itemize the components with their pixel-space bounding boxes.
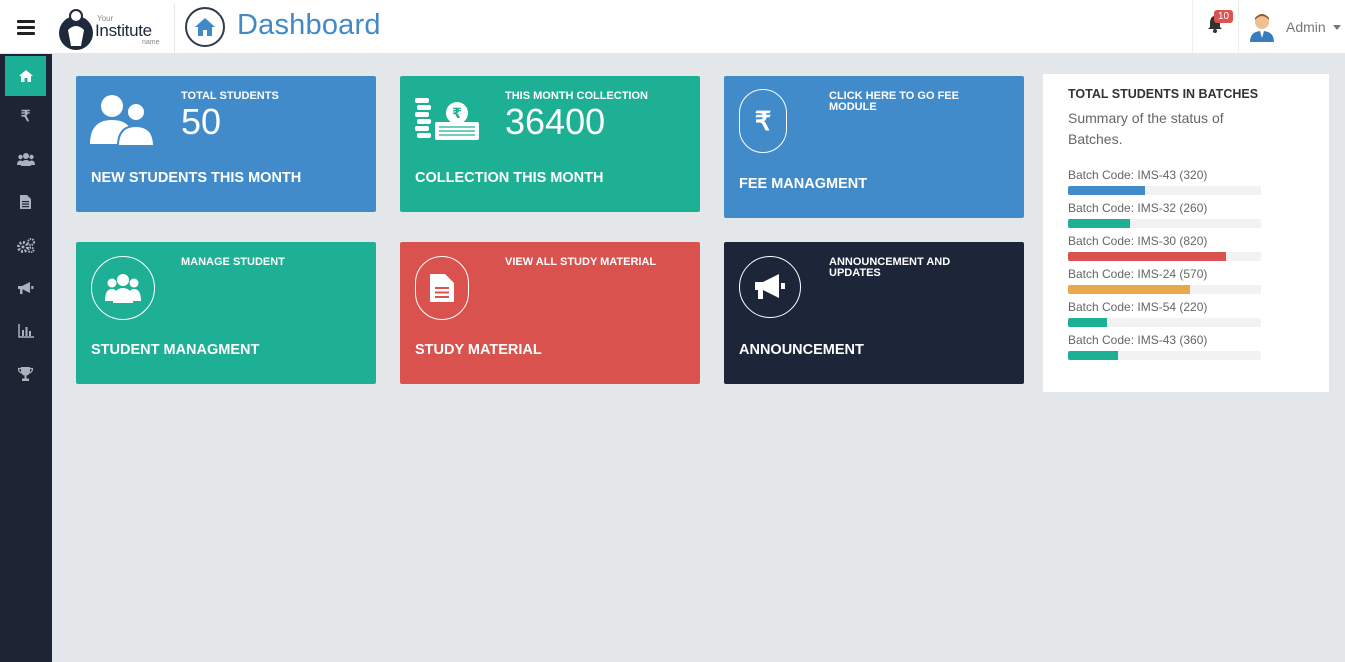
file-icon — [20, 195, 31, 209]
batch-progress-bar — [1068, 219, 1261, 228]
users-icon — [16, 152, 35, 166]
megaphone-icon — [739, 256, 801, 318]
batch-progress-bar — [1068, 285, 1261, 294]
top-header: Your Institute name Dashboard 10 Admin — [0, 0, 1345, 54]
batch-item: Batch Code: IMS-30 (820) — [1068, 234, 1261, 261]
total-students-value: 50 — [181, 101, 222, 142]
money-icon: ₹ — [415, 98, 479, 140]
sidebar-item-reports[interactable] — [5, 311, 46, 351]
sidebar-item-documents[interactable] — [5, 182, 46, 222]
batches-summary-panel: TOTAL STUDENTS IN BATCHES Summary of the… — [1043, 74, 1329, 392]
student-management-card[interactable]: MANAGE STUDENT STUDENT MANAGMENT — [76, 242, 376, 384]
user-name: Admin — [1286, 19, 1326, 35]
card-title: STUDY MATERIAL — [415, 342, 542, 358]
file-icon — [415, 256, 469, 320]
home-icon[interactable] — [185, 7, 225, 47]
chevron-down-icon — [1332, 24, 1341, 30]
svg-text:₹: ₹ — [452, 106, 462, 122]
sidebar: ₹ — [0, 54, 52, 662]
batch-progress-bar — [1068, 186, 1261, 195]
card-small-label: CLICK HERE TO GO FEE MODULE — [829, 90, 959, 113]
sidebar-item-achievements[interactable] — [5, 354, 46, 394]
batch-item: Batch Code: IMS-43 (320) — [1068, 168, 1261, 195]
gears-icon — [16, 237, 35, 253]
card-title: ANNOUNCEMENT — [739, 342, 864, 358]
batch-label: Batch Code: IMS-54 (220) — [1068, 300, 1208, 314]
logo-mark — [59, 9, 93, 50]
card-title: COLLECTION THIS MONTH — [415, 170, 604, 186]
batch-item: Batch Code: IMS-32 (260) — [1068, 201, 1261, 228]
notifications-button[interactable]: 10 — [1192, 0, 1239, 54]
hamburger-icon[interactable] — [0, 0, 52, 54]
batches-title: TOTAL STUDENTS IN BATCHES — [1068, 87, 1259, 101]
batch-progress-bar — [1068, 252, 1261, 261]
sidebar-item-announcements[interactable] — [5, 268, 46, 308]
collection-card[interactable]: ₹ THIS MONTH COLLECTION 36400 COLLECTION… — [400, 76, 700, 212]
batch-label: Batch Code: IMS-43 (360) — [1068, 333, 1208, 347]
megaphone-icon — [18, 282, 34, 294]
batch-label: Batch Code: IMS-24 (570) — [1068, 267, 1208, 281]
sidebar-item-home[interactable] — [5, 56, 46, 96]
card-title: NEW STUDENTS THIS MONTH — [91, 170, 302, 186]
page-title: Dashboard — [237, 9, 381, 41]
users-icon — [90, 95, 156, 146]
batch-item: Batch Code: IMS-24 (570) — [1068, 267, 1261, 294]
sidebar-item-settings[interactable] — [5, 225, 46, 265]
notification-count-badge: 10 — [1214, 10, 1234, 23]
batch-progress-bar — [1068, 351, 1261, 360]
batches-subtitle: Summary of the status of Batches. — [1068, 110, 1224, 147]
logo-name-text: name — [142, 39, 160, 46]
batch-item: Batch Code: IMS-43 (360) — [1068, 333, 1261, 360]
new-students-card[interactable]: TOTAL STUDENTS 50 NEW STUDENTS THIS MONT… — [76, 76, 376, 212]
home-icon — [18, 70, 33, 82]
rupee-icon: ₹ — [739, 89, 787, 153]
collection-value: 36400 — [505, 101, 606, 142]
users-icon — [91, 256, 155, 320]
user-menu[interactable]: Admin — [1248, 8, 1341, 46]
batch-label: Batch Code: IMS-32 (260) — [1068, 201, 1208, 215]
batch-label: Batch Code: IMS-43 (320) — [1068, 168, 1208, 182]
sidebar-item-students[interactable] — [5, 139, 46, 179]
sidebar-item-fees[interactable]: ₹ — [5, 96, 46, 136]
batch-progress-bar — [1068, 318, 1261, 327]
bar-chart-icon — [17, 324, 34, 338]
card-title: FEE MANAGMENT — [739, 176, 868, 192]
batch-item: Batch Code: IMS-54 (220) — [1068, 300, 1261, 327]
trophy-icon — [18, 367, 33, 381]
batch-label: Batch Code: IMS-30 (820) — [1068, 234, 1208, 248]
rupee-icon: ₹ — [20, 108, 31, 125]
announcement-card[interactable]: ANNOUNCEMENT AND UPDATES ANNOUNCEMENT — [724, 242, 1024, 384]
card-small-label: MANAGE STUDENT — [181, 256, 285, 268]
avatar-icon — [1250, 14, 1274, 42]
card-small-label: ANNOUNCEMENT AND UPDATES — [829, 256, 951, 279]
institute-logo[interactable]: Your Institute name — [55, 4, 175, 54]
fee-management-card[interactable]: ₹ CLICK HERE TO GO FEE MODULE FEE MANAGM… — [724, 76, 1024, 218]
card-title: STUDENT MANAGMENT — [91, 342, 260, 358]
study-material-card[interactable]: VIEW ALL STUDY MATERIAL STUDY MATERIAL — [400, 242, 700, 384]
logo-big-text: Institute — [95, 21, 152, 40]
card-small-label: VIEW ALL STUDY MATERIAL — [505, 256, 657, 268]
